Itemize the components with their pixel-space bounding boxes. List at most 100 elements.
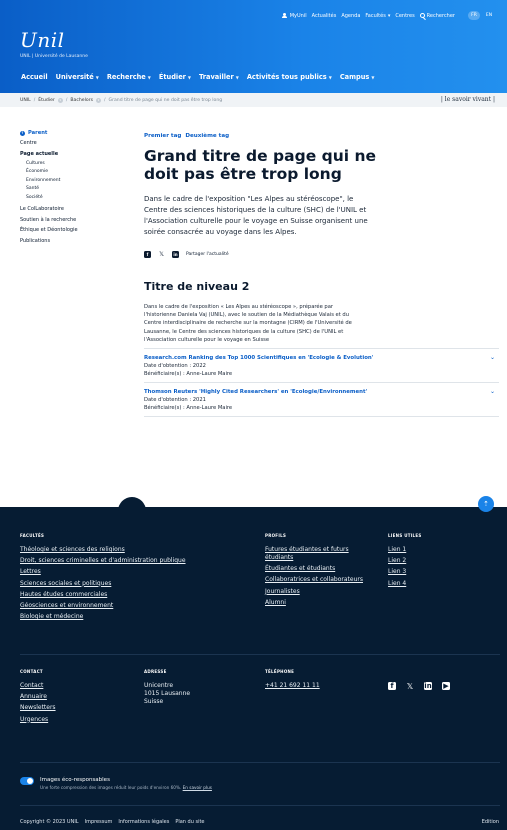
facebook-icon[interactable]: f [144,251,151,258]
footer-link-4[interactable]: Lien 4 [388,580,468,588]
footer-link-collaborateurs[interactable]: Collaboratrices et collaborateurs [265,576,375,584]
breadcrumb-bachelors[interactable]: Bachelors ▾ [70,97,101,103]
arrow-up-icon: ↑ [20,130,25,136]
youtube-icon[interactable]: ▶ [442,682,450,690]
footer-social: f 𝕏 in ▶ [388,682,450,691]
footer-link-fbm[interactable]: Biologie et médecine [20,613,250,621]
footer-heading-adresse: ADRESSE [144,669,167,674]
myunil-link[interactable]: MyUnil [282,12,307,19]
nav-recherche[interactable]: Recherche ▼ [107,73,151,81]
tag-premier[interactable]: Premier tag [144,133,181,139]
x-twitter-icon[interactable]: 𝕏 [406,682,414,691]
footer-link-journalistes[interactable]: Journalistes [265,588,375,596]
linkedin-icon[interactable]: in [424,682,432,690]
nav-campus[interactable]: Campus ▼ [340,73,375,81]
lang-en[interactable]: EN [483,11,495,20]
chevron-down-icon: ▾ [387,12,391,19]
eco-images-description: Une forte compression des images réduit … [40,785,212,790]
chevron-down-icon: ▼ [95,74,99,80]
nav-accueil[interactable]: Accueil [21,73,48,81]
footer-link-3[interactable]: Lien 3 [388,568,468,576]
lang-fr[interactable]: FR [468,11,480,20]
centres-link[interactable]: Centres [395,13,414,19]
phone-link[interactable]: +41 21 692 11 11 [265,682,365,690]
edition-link[interactable]: Edition [482,819,499,825]
chevron-down-icon[interactable]: ▾ [57,97,63,103]
tag-list: Premier tag Deuxième tag [144,133,499,139]
nav-travailler[interactable]: Travailler ▼ [199,73,239,81]
footer-link-contact[interactable]: Contact [20,682,120,690]
tag-deuxieme[interactable]: Deuxième tag [185,133,229,139]
facebook-icon[interactable]: f [388,682,396,690]
agenda-link[interactable]: Agenda [341,13,360,19]
footer-link-lettres[interactable]: Lettres [20,568,250,576]
sidebar-item-publications[interactable]: Publications [20,238,125,244]
eco-images-toggle[interactable] [20,777,34,785]
impressum-link[interactable]: Impressum [85,819,113,825]
footer-link-futurs[interactable]: Futures étudiantes et futurs étudiants [265,546,375,562]
chevron-down-icon[interactable]: ▾ [95,97,101,103]
sidebar-item-ethique[interactable]: Éthique et Déontologie [20,227,125,233]
lead-paragraph: Dans le cadre de l'exposition "Les Alpes… [144,195,368,236]
nav-activites[interactable]: Activités tous publics ▼ [247,73,332,81]
footer-link-annuaire[interactable]: Annuaire [20,693,120,701]
sidebar-parent-link[interactable]: ↑ Parent [20,130,125,136]
breadcrumb-unil[interactable]: UNIL [20,98,31,103]
footer-link-hec[interactable]: Hautes études commerciales [20,591,250,599]
search-icon [419,13,425,18]
footer-link-theologie[interactable]: Théologie et sciences des religions [20,546,250,554]
sidebar-subitem-cultures[interactable]: Cultures [26,161,125,166]
sidebar-item-current[interactable]: Page actuelle [20,151,125,157]
nav-etudier[interactable]: Étudier ▼ [159,73,191,81]
actualites-link[interactable]: Actualités [312,13,337,19]
footer-link-urgences[interactable]: Urgences [20,716,120,724]
breadcrumb-current: Grand titre de page qui ne doit pas être… [108,97,223,103]
share-label: Partager l'actualité [186,252,229,257]
sidebar-subitem-societe[interactable]: Société [26,195,125,200]
accordion-item-2[interactable]: Thomson Reuters 'Highly Cited Researcher… [144,383,499,418]
breadcrumb: UNIL / Étudier ▾ / Bachelors ▾ / Grand tit… [0,93,507,107]
footer-notch [118,497,146,511]
eco-learn-more-link[interactable]: En savoir plus [183,785,212,790]
unil-logo[interactable]: Unil UNIL | Université de Lausanne [20,28,88,59]
sidebar-subitems: Cultures Économie Environnement Santé So… [20,161,125,200]
footer-link-1[interactable]: Lien 1 [388,546,468,554]
address-line: Suisse [144,698,164,705]
footer-link-newsletters[interactable]: Newsletters [20,704,120,712]
chevron-down-icon[interactable]: ⌄ [490,354,495,361]
sidebar-subitem-sante[interactable]: Santé [26,186,125,191]
footer-heading-contact: CONTACT [20,669,43,674]
sidebar-subitem-environnement[interactable]: Environnement [26,178,125,183]
footer-link-droit[interactable]: Droit, sciences criminelles et d'adminis… [20,557,250,565]
language-switcher: FR EN [468,11,495,20]
back-to-top-button[interactable]: ⇡ [478,496,494,512]
search-button[interactable]: Rechercher [419,13,455,19]
sidebar-item-soutien[interactable]: Soutien à la recherche [20,217,125,223]
sidebar-item-centre[interactable]: Centre [20,140,125,146]
footer-divider [20,762,500,763]
accordion-title[interactable]: Research.com Ranking des Top 1000 Scient… [144,355,499,361]
legal-link[interactable]: Informations légales [118,819,169,825]
logo-subtitle: UNIL | Université de Lausanne [20,54,88,59]
linkedin-icon[interactable]: in [172,251,179,258]
sitemap-link[interactable]: Plan du site [175,819,204,825]
x-twitter-icon[interactable]: 𝕏 [158,251,165,258]
breadcrumb-etudier[interactable]: Étudier ▾ [38,97,63,103]
footer-link-alumni[interactable]: Alumni [265,599,375,607]
footer-heading-profils: PROFILS [265,533,287,538]
facultes-menu[interactable]: Facultés ▾ [365,13,390,19]
sidebar-subitem-economie[interactable]: Économie [26,169,125,174]
chevron-down-icon[interactable]: ⌄ [490,388,495,395]
footer-link-etudiants[interactable]: Étudiantes et étudiants [265,565,375,573]
page-title: Grand titre de page qui ne doit pas être… [144,147,376,183]
accordion-title[interactable]: Thomson Reuters 'Highly Cited Researcher… [144,389,499,395]
accordion-item-1[interactable]: Research.com Ranking des Top 1000 Scient… [144,348,499,384]
footer-link-ssp[interactable]: Sciences sociales et politiques [20,580,250,588]
footer-divider [20,805,500,806]
footer-link-gse[interactable]: Géosciences et environnement [20,602,250,610]
nav-universite[interactable]: Université ▼ [56,73,99,81]
arrow-up-icon: ⇡ [483,500,489,508]
footer-link-2[interactable]: Lien 2 [388,557,468,565]
eco-images-title: Images éco-responsables [40,777,110,783]
sidebar-item-collaboratoire[interactable]: Le ColLaboratoire [20,206,125,212]
